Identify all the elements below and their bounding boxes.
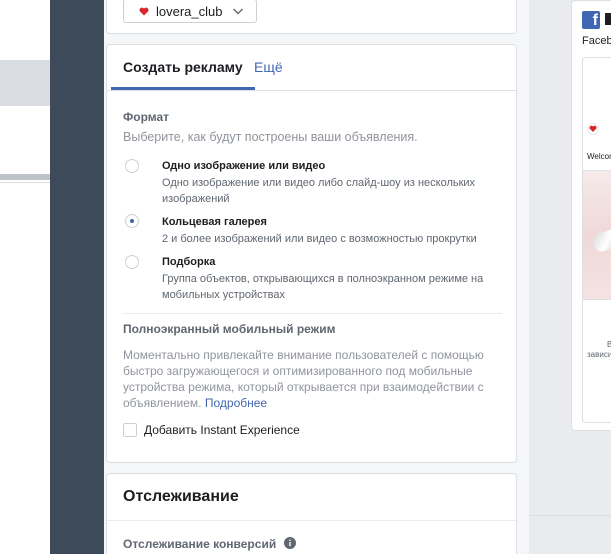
page-selector[interactable]: lovera_club [123, 0, 257, 23]
section-divider [123, 313, 502, 314]
tab-create-ad[interactable]: Создать рекламу [123, 59, 243, 75]
brand-logo-icon [138, 6, 150, 16]
horizontal-scrollbar[interactable] [0, 174, 50, 180]
fullscreen-description: Моментально привлекайте внимание пользов… [123, 347, 498, 411]
right-divider [529, 515, 611, 516]
option-single-image-desc: Одно изображение или видео либо слайд-шо… [162, 177, 476, 205]
brand-logo-icon [587, 122, 599, 135]
dark-separator [50, 0, 104, 554]
learn-more-link[interactable]: Подробнее [205, 396, 267, 410]
left-divider [0, 182, 50, 183]
tracking-card: Отслеживание Отслеживание конверсий [106, 473, 517, 554]
active-tab-indicator [111, 87, 255, 90]
preview-caption-line-1: B [607, 340, 611, 349]
option-collection-desc: Группа объектов, открывающихся в полноэк… [162, 273, 484, 301]
ad-preview-frame[interactable]: Welcome B зависи [582, 57, 611, 423]
page-name: lovera_club [156, 3, 223, 19]
radio-carousel[interactable] [125, 214, 139, 228]
option-collection-title: Подборка [162, 256, 216, 268]
option-carousel-desc: 2 и более изображений или видео с возмож… [162, 233, 477, 245]
preview-title-fragment [605, 13, 611, 25]
fullscreen-text: Моментально привлекайте внимание пользов… [123, 348, 484, 410]
identity-card: lovera_club [106, 0, 517, 34]
ad-preview-panel: f Facebook Welcome B зависи [571, 0, 611, 431]
instant-experience-label[interactable]: Добавить Instant Experience [144, 423, 300, 437]
tab-bar: Создать рекламу Ещё [107, 45, 516, 91]
option-carousel-title: Кольцевая галерея [162, 216, 267, 228]
tracking-title: Отслеживание [123, 488, 239, 505]
preview-platform-label: Facebook [582, 35, 611, 47]
facebook-icon: f [582, 11, 600, 29]
format-subtitle: Выберите, как будут построены ваши объяв… [123, 130, 418, 144]
conversion-tracking-label: Отслеживание конверсий [123, 537, 277, 551]
chevron-down-icon[interactable] [232, 4, 244, 16]
option-single-image-title: Одно изображение или видео [162, 160, 326, 172]
tracking-divider [107, 520, 516, 521]
fullscreen-heading: Полноэкранный мобильный режим [123, 322, 336, 336]
radio-single-image[interactable] [125, 159, 139, 173]
preview-caption-line-2: зависи [587, 350, 611, 359]
radio-collection[interactable] [125, 255, 139, 269]
format-heading: Формат [123, 110, 170, 124]
bracelet-image [590, 226, 611, 254]
left-panel [0, 0, 50, 554]
tab-more[interactable]: Ещё [254, 59, 283, 75]
left-selected-row[interactable] [0, 60, 50, 106]
info-icon[interactable] [284, 536, 296, 549]
create-ad-card: Создать рекламу Ещё Формат Выберите, как… [106, 44, 517, 463]
preview-carousel-image[interactable] [583, 170, 611, 300]
preview-welcome-text: Welcome [587, 152, 611, 161]
instant-experience-checkbox[interactable] [123, 423, 137, 437]
